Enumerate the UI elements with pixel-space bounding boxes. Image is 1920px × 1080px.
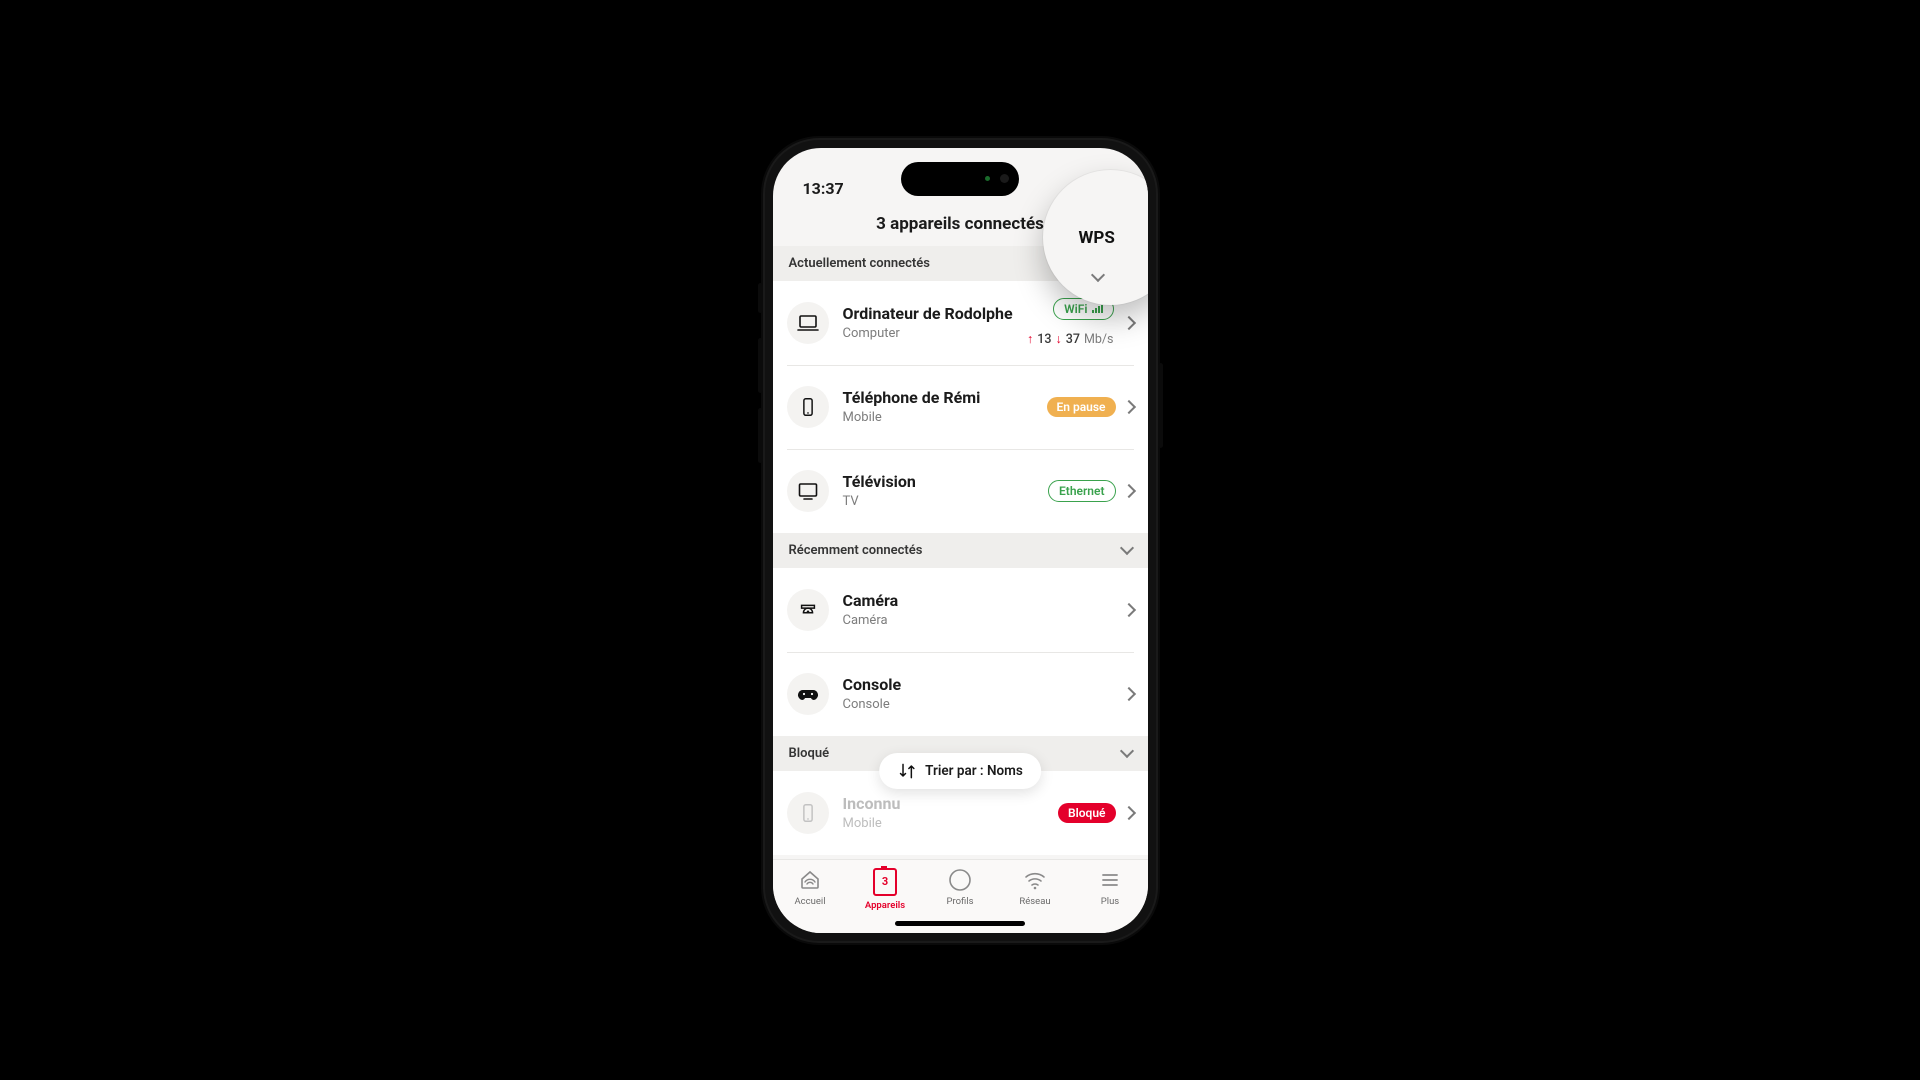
tv-icon <box>787 470 829 512</box>
device-type: Caméra <box>843 613 1124 628</box>
device-name: Caméra <box>843 591 1124 610</box>
throughput: ↑13 ↓37 Mb/s <box>1027 332 1113 347</box>
device-type: Mobile <box>843 410 1047 425</box>
tab-label: Appareils <box>865 900 905 911</box>
home-icon <box>798 868 822 892</box>
wifi-signal-icon <box>1092 305 1103 313</box>
device-name: Console <box>843 675 1124 694</box>
phone-frame: WPS 13:37 3 appareils connectés Actuelle… <box>763 138 1158 943</box>
download-arrow-icon: ↓ <box>1055 332 1061 347</box>
tab-label: Plus <box>1101 896 1119 907</box>
tab-bar: Accueil 3 Appareils Profils Réseau Plus <box>773 859 1148 933</box>
chevron-right-icon <box>1121 315 1135 329</box>
upload-arrow-icon: ↑ <box>1027 332 1033 347</box>
tab-profiles[interactable]: Profils <box>930 868 990 907</box>
device-type: Mobile <box>843 816 1059 831</box>
chevron-right-icon <box>1121 686 1135 700</box>
profile-icon <box>948 868 972 892</box>
device-row-phone[interactable]: Téléphone de Rémi Mobile En pause <box>773 365 1148 449</box>
devices-count-badge: 3 <box>873 868 897 896</box>
content-scroll[interactable]: Actuellement connectés Ordinateur de Rod… <box>773 246 1148 859</box>
camera-dot-icon <box>1000 174 1009 183</box>
laptop-icon <box>787 302 829 344</box>
chevron-right-icon <box>1121 602 1135 616</box>
device-type: TV <box>843 494 1049 509</box>
volume-down-button[interactable] <box>758 408 763 463</box>
section-title: Bloqué <box>789 746 830 761</box>
power-button[interactable] <box>1158 363 1163 448</box>
badge-label: WiFi <box>1064 302 1087 316</box>
clock: 13:37 <box>803 179 844 198</box>
camera-icon <box>787 589 829 631</box>
wps-button[interactable]: WPS <box>1079 228 1115 248</box>
connection-badge-blocked: Bloqué <box>1058 803 1115 823</box>
device-name: Ordinateur de Rodolphe <box>843 304 1028 323</box>
mute-switch[interactable] <box>758 283 763 313</box>
screen: WPS 13:37 3 appareils connectés Actuelle… <box>773 148 1148 933</box>
section-title: Récemment connectés <box>789 543 923 558</box>
tab-label: Accueil <box>794 896 825 907</box>
device-row-tv[interactable]: Télévision TV Ethernet <box>773 449 1148 533</box>
sort-button[interactable]: Trier par : Noms <box>879 753 1041 789</box>
device-name: Télévision <box>843 472 1049 491</box>
connection-badge-ethernet: Ethernet <box>1048 480 1115 502</box>
network-icon <box>1023 868 1047 892</box>
tab-network[interactable]: Réseau <box>1005 868 1065 907</box>
device-type: Computer <box>843 326 1028 341</box>
chevron-down-icon <box>1119 744 1133 758</box>
page-title: 3 appareils connectés <box>876 214 1044 234</box>
section-header-recent[interactable]: Récemment connectés <box>773 533 1148 568</box>
badge-label: Ethernet <box>1059 484 1104 498</box>
tab-devices[interactable]: 3 Appareils <box>855 868 915 911</box>
menu-icon <box>1098 868 1122 892</box>
device-name: Inconnu <box>843 794 1059 813</box>
badge-label: Bloqué <box>1068 806 1105 820</box>
dynamic-island <box>901 162 1019 196</box>
chevron-down-icon <box>1119 541 1133 555</box>
device-row-console[interactable]: Console Console <box>773 652 1148 736</box>
sort-label: Trier par : Noms <box>925 763 1023 779</box>
throughput-unit: Mb/s <box>1084 332 1114 347</box>
section-title: Actuellement connectés <box>789 256 930 271</box>
chevron-right-icon <box>1121 483 1135 497</box>
volume-up-button[interactable] <box>758 338 763 393</box>
badge-label: En pause <box>1057 400 1106 414</box>
gamepad-icon <box>787 673 829 715</box>
sort-icon <box>897 761 917 781</box>
chevron-down-icon <box>1090 267 1104 281</box>
device-row-camera[interactable]: Caméra Caméra <box>773 568 1148 652</box>
tab-more[interactable]: Plus <box>1080 868 1140 907</box>
chevron-right-icon <box>1121 805 1135 819</box>
sensor-dot-icon <box>985 176 990 181</box>
device-type: Console <box>843 697 1124 712</box>
connection-badge-paused: En pause <box>1047 397 1116 417</box>
mobile-icon <box>787 386 829 428</box>
tab-home[interactable]: Accueil <box>780 868 840 907</box>
tab-label: Profils <box>946 896 973 907</box>
mobile-icon <box>787 792 829 834</box>
tab-label: Réseau <box>1019 896 1050 907</box>
chevron-right-icon <box>1121 399 1135 413</box>
home-indicator[interactable] <box>895 921 1025 926</box>
device-name: Téléphone de Rémi <box>843 388 1047 407</box>
